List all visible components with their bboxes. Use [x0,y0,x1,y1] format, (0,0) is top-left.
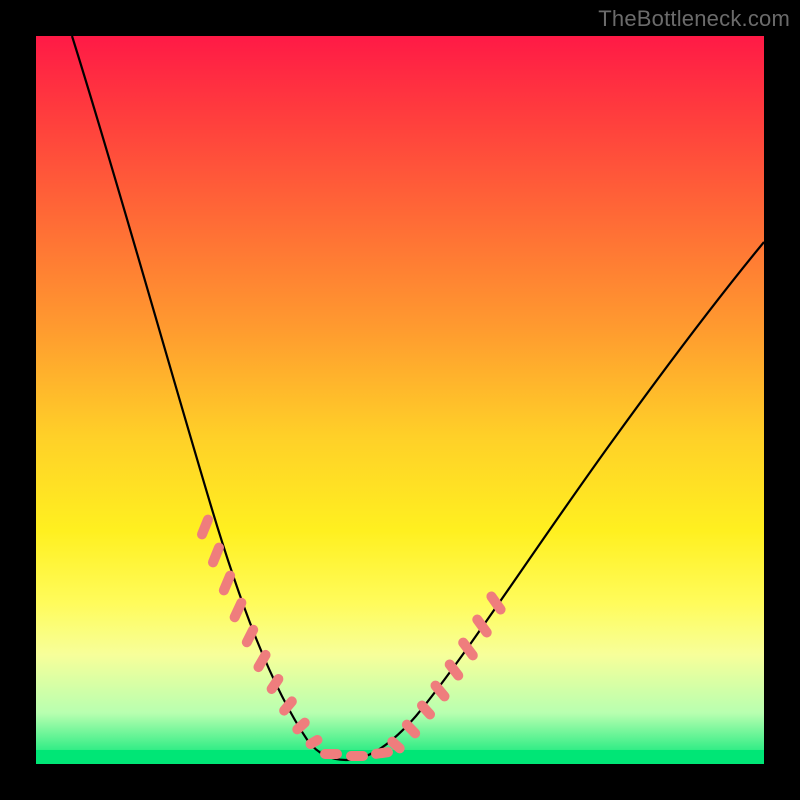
highlight-floor [320,747,394,761]
chart-svg [36,36,764,764]
highlight-left [195,513,324,751]
plot-area [36,36,764,764]
chart-frame: TheBottleneck.com [0,0,800,800]
watermark-text: TheBottleneck.com [598,6,790,32]
bottleneck-curve [72,36,764,760]
